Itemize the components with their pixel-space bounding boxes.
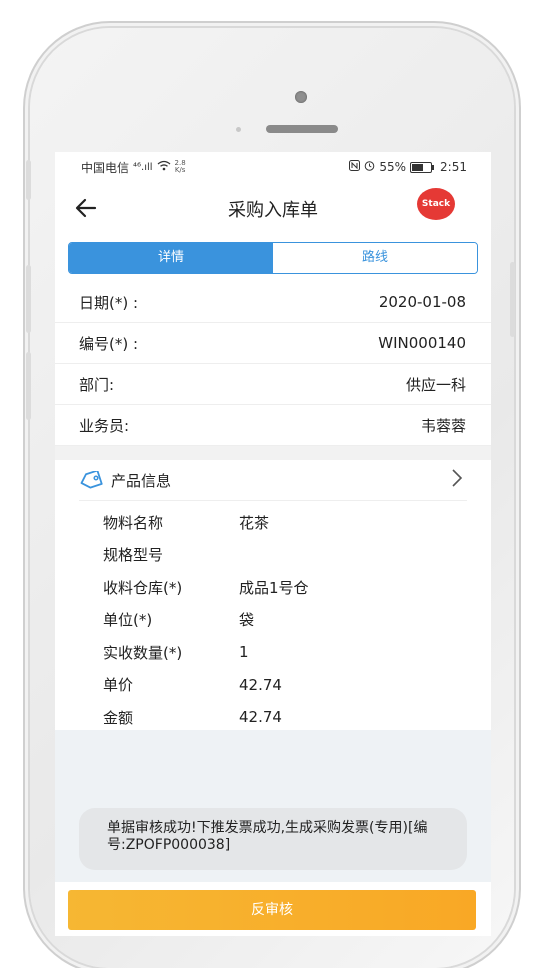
form-row-number[interactable]: 编号(*) : WIN000140	[55, 323, 491, 364]
status-bar: 中国电信 ⁴⁶.ıll 2.8 K/s 55% 2:51	[55, 152, 491, 182]
chevron-right-icon[interactable]	[451, 468, 463, 493]
stack-button[interactable]: Stack	[417, 188, 455, 220]
signal-icon: ⁴⁶.ıll	[133, 161, 153, 173]
date-value: 2020-01-08	[378, 293, 466, 311]
tag-icon	[80, 471, 103, 489]
product-field-row: 单价 42.74	[103, 669, 309, 702]
product-field-row: 收料仓库(*) 成品1号仓	[103, 571, 309, 604]
proximity-sensor	[236, 127, 241, 132]
product-fields: 物料名称 花茶 规格型号 收料仓库(*) 成品1号仓 单位(*) 袋 实收数量(…	[103, 506, 309, 734]
tab-bar: 详情 路线	[68, 242, 478, 274]
order-form: 日期(*) : 2020-01-08 编号(*) : WIN000140 部门:…	[55, 282, 491, 460]
product-field-row: 实收数量(*) 1	[103, 636, 309, 669]
side-button-mute	[26, 160, 31, 200]
carrier-name: 中国电信	[81, 160, 130, 175]
field-value: 花茶	[239, 513, 270, 532]
nfc-icon	[349, 160, 361, 174]
date-label: 日期(*) :	[79, 293, 139, 312]
section-divider	[55, 446, 491, 460]
field-key: 规格型号	[103, 546, 164, 565]
product-section: 产品信息 物料名称 花茶 规格型号 收料仓库(*) 成品1号仓 单位(*) 袋	[55, 460, 491, 730]
field-key: 实收数量(*)	[103, 643, 183, 662]
field-value: 1	[239, 643, 249, 662]
field-key: 单位(*)	[103, 611, 153, 630]
product-header[interactable]: 产品信息	[79, 460, 467, 501]
side-button-volume-up	[26, 265, 31, 333]
number-value: WIN000140	[378, 334, 466, 352]
side-button-power	[510, 262, 515, 337]
field-value: 成品1号仓	[239, 578, 309, 597]
form-row-salesperson[interactable]: 业务员: 韦蓉蓉	[55, 405, 491, 446]
battery-percent: 55%	[379, 160, 407, 174]
tab-details[interactable]: 详情	[69, 243, 273, 273]
alarm-icon	[364, 160, 375, 174]
earpiece-speaker	[266, 125, 338, 133]
product-field-row: 物料名称 花茶	[103, 506, 309, 539]
wifi-icon	[157, 160, 171, 174]
product-field-row: 规格型号	[103, 539, 309, 572]
product-title: 产品信息	[111, 471, 172, 490]
department-value: 供应一科	[405, 375, 466, 394]
field-value: 42.74	[239, 675, 282, 694]
clock-time: 2:51	[440, 160, 467, 174]
app-screen: 中国电信 ⁴⁶.ıll 2.8 K/s 55% 2:51 采购入库单 Stack…	[55, 152, 491, 936]
unaudit-button[interactable]: 反审核	[68, 890, 476, 930]
department-label: 部门:	[79, 375, 115, 394]
field-key: 金额	[103, 708, 134, 727]
field-key: 物料名称	[103, 513, 164, 532]
front-camera	[295, 91, 307, 103]
form-row-date[interactable]: 日期(*) : 2020-01-08	[55, 282, 491, 323]
salesperson-value: 韦蓉蓉	[420, 416, 466, 435]
battery-icon	[410, 161, 435, 173]
field-key: 收料仓库(*)	[103, 578, 183, 597]
field-key: 单价	[103, 676, 134, 695]
field-value: 42.74	[239, 708, 282, 727]
form-row-department[interactable]: 部门: 供应一科	[55, 364, 491, 405]
salesperson-label: 业务员:	[79, 416, 130, 435]
tab-route[interactable]: 路线	[273, 243, 477, 273]
side-button-volume-down	[26, 352, 31, 420]
toast-message: 单据审核成功!下推发票成功,生成采购发票(专用)[编号:ZPOFP000038]	[79, 808, 467, 870]
product-field-row: 金额 42.74	[103, 701, 309, 734]
speed-unit: K/s	[174, 166, 186, 174]
field-value: 袋	[239, 611, 255, 630]
product-field-row: 单位(*) 袋	[103, 604, 309, 637]
network-speed: 2.8 K/s	[175, 160, 186, 174]
number-label: 编号(*) :	[79, 334, 139, 353]
